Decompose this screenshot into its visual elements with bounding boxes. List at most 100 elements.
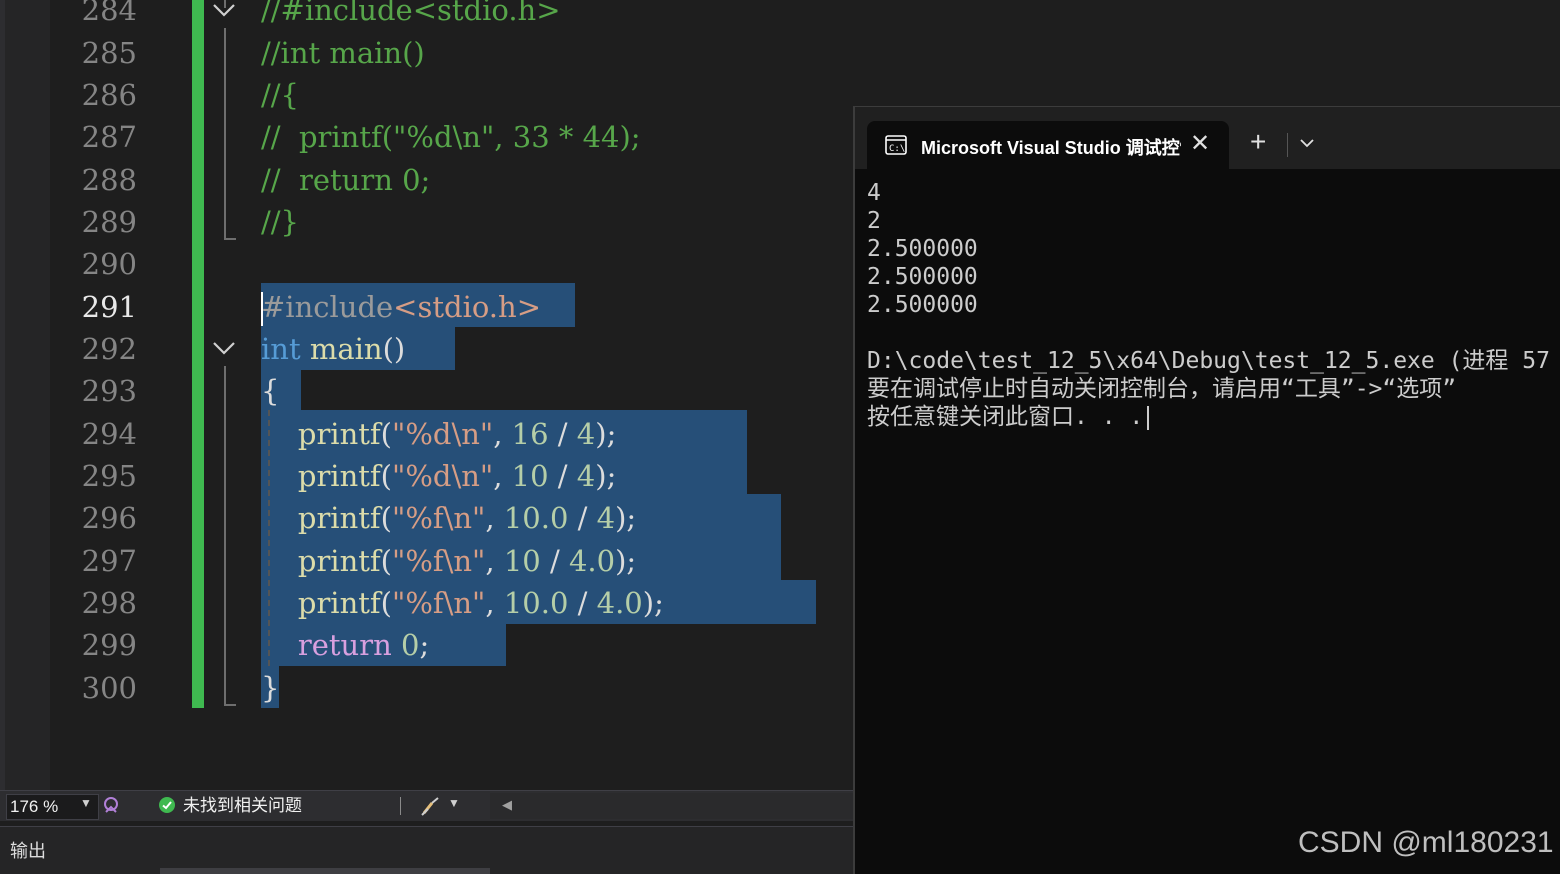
new-tab-button[interactable]: + bbox=[1250, 127, 1266, 157]
code-line[interactable]: //int main() bbox=[261, 32, 425, 74]
line-number: 285 bbox=[81, 36, 137, 70]
intellicode-icon[interactable] bbox=[100, 794, 122, 816]
string-token: "%d\n" bbox=[391, 417, 494, 451]
punct-token: , bbox=[485, 501, 504, 535]
punct-token: ); bbox=[615, 544, 637, 578]
code-line-printf[interactable]: printf("%d\n", 10 / 4); bbox=[261, 455, 616, 497]
string-token: "%f\n" bbox=[391, 544, 486, 578]
output-panel: 输出 bbox=[0, 826, 853, 874]
line-number: 292 bbox=[81, 332, 137, 366]
code-line-include[interactable]: #include<stdio.h> bbox=[261, 286, 541, 328]
operator-token: / bbox=[540, 544, 569, 578]
code-line-main[interactable]: int main() bbox=[261, 328, 405, 370]
terminal-output[interactable]: 4 2 2.500000 2.500000 2.500000 D:\code\test_1… bbox=[867, 179, 1550, 431]
outline-guide-end bbox=[224, 238, 236, 240]
punct-token: ); bbox=[595, 459, 617, 493]
code-line[interactable]: //} bbox=[261, 201, 299, 243]
code-line-brace[interactable]: { bbox=[261, 370, 279, 412]
outline-guide bbox=[224, 0, 226, 8]
number-token: 4.0 bbox=[568, 544, 616, 578]
issues-status-text[interactable]: 未找到相关问题 bbox=[183, 795, 302, 817]
terminal-line: D:\code\test_12_5\x64\Debug\test_12_5.ex… bbox=[867, 348, 1550, 374]
punct-token: ; bbox=[419, 628, 430, 662]
string-token: "%f\n" bbox=[391, 586, 486, 620]
terminal-line: 2 bbox=[867, 208, 881, 234]
code-line-return[interactable]: return 0; bbox=[261, 624, 429, 666]
function-token: printf bbox=[297, 417, 381, 451]
number-token: 10 bbox=[511, 459, 549, 493]
zoom-value: 176 % bbox=[10, 797, 59, 816]
keyword-token: int bbox=[261, 332, 301, 366]
code-line[interactable]: // printf("%d\n", 33 * 44); bbox=[261, 116, 641, 158]
punct-token: ( bbox=[380, 459, 392, 493]
number-token: 10.0 bbox=[503, 501, 569, 535]
code-editor[interactable]: 284 285 286 287 288 289 290 291 292 293 … bbox=[0, 0, 853, 790]
line-number: 297 bbox=[81, 544, 137, 578]
operator-token: / bbox=[568, 586, 597, 620]
line-number: 299 bbox=[81, 628, 137, 662]
operator-token: / bbox=[548, 459, 577, 493]
number-token: 4.0 bbox=[596, 586, 643, 620]
punct-token: ( bbox=[380, 501, 392, 535]
close-tab-icon[interactable]: ✕ bbox=[1185, 129, 1215, 158]
line-number: 284 bbox=[81, 0, 137, 27]
number-token: 0 bbox=[401, 628, 420, 662]
dropdown-arrow-icon[interactable]: ▼ bbox=[80, 796, 92, 810]
code-line[interactable]: //{ bbox=[261, 74, 299, 116]
line-number: 288 bbox=[81, 163, 137, 197]
punct-token: ); bbox=[642, 586, 664, 620]
line-number: 300 bbox=[81, 671, 137, 705]
terminal-tab[interactable]: C:\ Microsoft Visual Studio 调试控制台 ✕ bbox=[867, 121, 1229, 169]
line-number: 293 bbox=[81, 374, 137, 408]
terminal-tab-title: Microsoft Visual Studio 调试控制台 bbox=[921, 138, 1181, 158]
outline-guide bbox=[224, 366, 226, 706]
punct-token: ( bbox=[380, 417, 392, 451]
line-number: 287 bbox=[81, 120, 137, 154]
code-line-printf[interactable]: printf("%f\n", 10 / 4.0); bbox=[261, 540, 636, 582]
code-line[interactable]: // return 0; bbox=[261, 159, 430, 201]
terminal-line: 2.500000 bbox=[867, 236, 978, 262]
debug-console-window[interactable]: C:\ Microsoft Visual Studio 调试控制台 ✕ + 42… bbox=[853, 106, 1560, 874]
paren-token: () bbox=[382, 332, 406, 366]
terminal-title-bar: C:\ Microsoft Visual Studio 调试控制台 ✕ + bbox=[855, 107, 1560, 169]
code-line-printf[interactable]: printf("%f\n", 10.0 / 4); bbox=[261, 497, 636, 539]
outline-guide bbox=[224, 28, 226, 240]
number-token: 16 bbox=[511, 417, 549, 451]
punct-token: , bbox=[493, 459, 512, 493]
dropdown-arrow-icon[interactable]: ▼ bbox=[448, 796, 460, 810]
check-circle-icon bbox=[159, 797, 175, 813]
terminal-line: 2.500000 bbox=[867, 264, 978, 290]
function-token: main bbox=[309, 332, 383, 366]
line-number-current: 291 bbox=[81, 290, 137, 324]
line-number: 294 bbox=[81, 417, 137, 451]
number-token: 10 bbox=[503, 544, 541, 578]
code-cleanup-brush-icon[interactable] bbox=[420, 795, 444, 817]
change-tracking-bar bbox=[192, 0, 204, 708]
horizontal-scrollbar[interactable] bbox=[490, 793, 853, 819]
code-line[interactable]: //#include<stdio.h> bbox=[261, 0, 561, 31]
string-token: "%f\n" bbox=[391, 501, 486, 535]
svg-text:C:\: C:\ bbox=[889, 144, 905, 154]
titlebar-separator bbox=[1287, 133, 1288, 157]
punct-token: ); bbox=[595, 417, 617, 451]
punct-token: ( bbox=[380, 544, 392, 578]
console-app-icon: C:\ bbox=[885, 135, 907, 155]
number-token: 4 bbox=[596, 501, 616, 535]
chevron-down-icon[interactable] bbox=[1299, 137, 1315, 149]
glyph-margin bbox=[5, 0, 50, 790]
code-line-printf[interactable]: printf("%d\n", 16 / 4); bbox=[261, 413, 616, 455]
terminal-line: 2.500000 bbox=[867, 292, 978, 318]
number-token: 4 bbox=[576, 459, 596, 493]
operator-token: / bbox=[568, 501, 597, 535]
code-line-printf[interactable]: printf("%f\n", 10.0 / 4.0); bbox=[261, 582, 664, 624]
code-line-brace[interactable]: } bbox=[261, 667, 279, 709]
fold-chevron-icon[interactable] bbox=[210, 334, 238, 362]
watermark-text: CSDN @ml180231 bbox=[1298, 826, 1554, 859]
line-number: 290 bbox=[81, 247, 137, 281]
scroll-left-arrow-icon[interactable]: ◀ bbox=[502, 797, 512, 813]
keyword-token: return bbox=[297, 628, 392, 662]
header-token: <stdio.h> bbox=[393, 290, 541, 324]
number-token: 10.0 bbox=[503, 586, 569, 620]
terminal-line: 4 bbox=[867, 180, 881, 206]
